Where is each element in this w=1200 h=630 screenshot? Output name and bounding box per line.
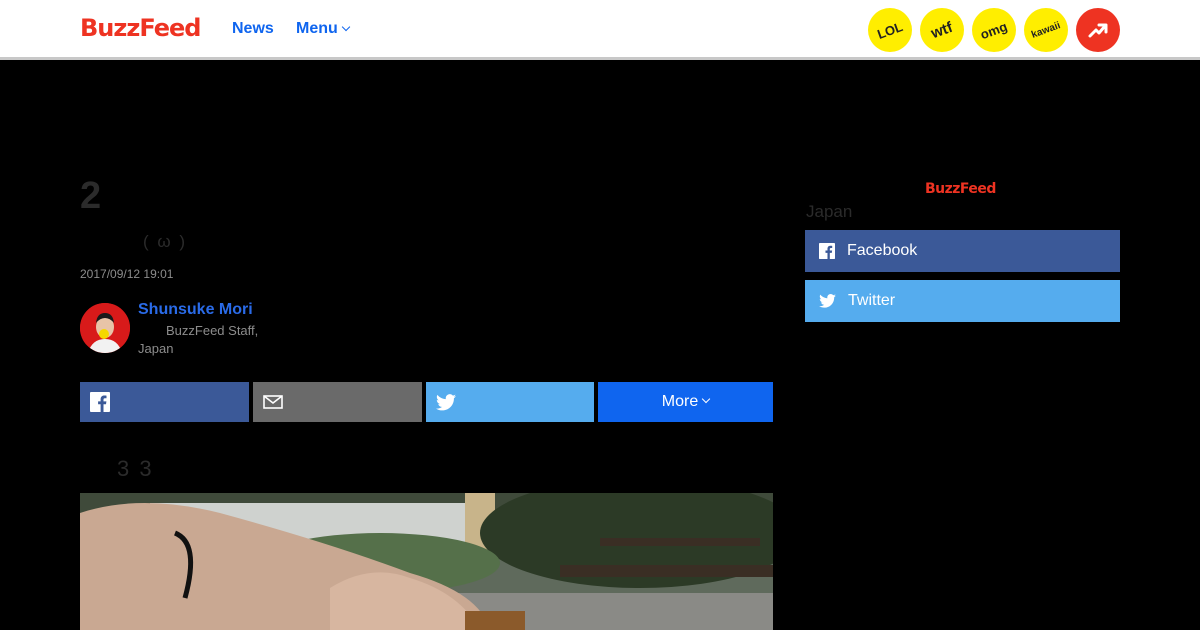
badge-wtf-label: wtf	[928, 18, 956, 42]
article-subtitle: ( ω )	[143, 232, 188, 251]
badge-wtf-button[interactable]: wtf	[920, 8, 964, 52]
share-facebook-button[interactable]	[80, 382, 249, 422]
badge-omg-label: omg	[978, 18, 1010, 42]
author-location: Japan	[138, 341, 174, 356]
twitter-icon	[819, 294, 836, 308]
badge-kawaii-label: kawaii	[1030, 19, 1062, 41]
article-timestamp: 2017/09/12 19:01	[80, 267, 174, 281]
trending-arrow-icon	[1088, 23, 1108, 38]
sidebar-label: Japan	[806, 202, 853, 221]
author-avatar[interactable]	[80, 303, 130, 353]
nav-news-link[interactable]: News	[232, 20, 274, 38]
nav-menu-label: Menu	[296, 20, 338, 37]
sidebar-twitter-button[interactable]: Twitter	[805, 280, 1120, 322]
badge-kawaii-button[interactable]: kawaii	[1024, 8, 1068, 52]
buzzfeed-logo[interactable]: BuzzFeed	[80, 14, 201, 42]
badge-omg-button[interactable]: omg	[972, 8, 1016, 52]
twitter-icon	[436, 393, 456, 410]
avatar-image	[80, 303, 130, 353]
share-more-label: More	[661, 393, 699, 410]
badge-lol-button[interactable]: LOL	[868, 8, 912, 52]
sidebar-buzzfeed-logo: BuzzFeed	[925, 181, 996, 197]
facebook-icon	[90, 392, 110, 412]
author-role: BuzzFeed Staff,	[166, 323, 259, 338]
sidebar-facebook-label: Facebook	[847, 242, 918, 259]
trending-button[interactable]	[1076, 8, 1120, 52]
sidebar-facebook-button[interactable]: Facebook	[805, 230, 1120, 272]
article-photo	[80, 493, 773, 630]
chevron-down-icon	[341, 22, 351, 32]
author-name-link[interactable]: Shunsuke Mori	[138, 301, 253, 319]
facebook-icon	[819, 243, 835, 259]
nav-menu-dropdown[interactable]: Menu	[296, 20, 351, 38]
article-body-text: 3 3	[117, 456, 154, 481]
sidebar-twitter-label: Twitter	[848, 292, 896, 309]
site-header: BuzzFeed News Menu LOL wtf omg kawaii	[0, 0, 1200, 60]
article-title: 2	[80, 175, 102, 217]
chevron-down-icon	[701, 394, 711, 404]
share-more-button[interactable]: More	[598, 382, 773, 422]
share-email-button[interactable]	[253, 382, 422, 422]
badge-lol-label: LOL	[875, 18, 905, 42]
email-icon	[263, 395, 283, 409]
photo-image	[80, 493, 773, 630]
share-twitter-button[interactable]	[426, 382, 594, 422]
